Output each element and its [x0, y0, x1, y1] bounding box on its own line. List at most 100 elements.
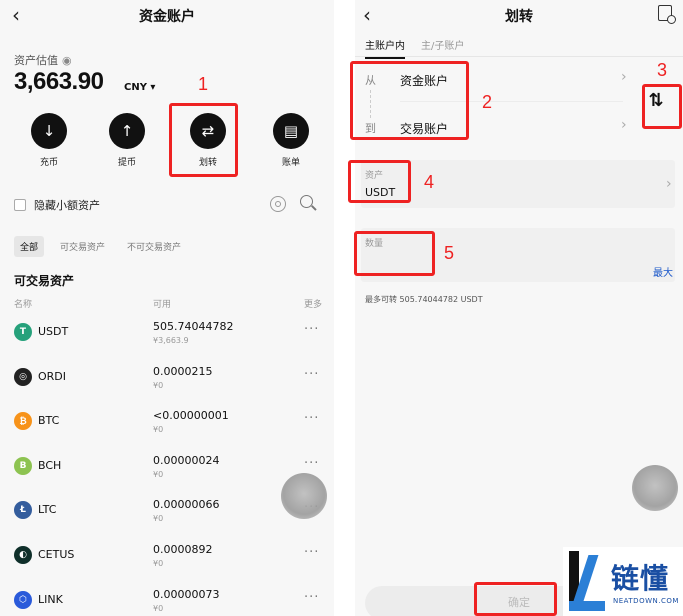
more-icon[interactable]: ···	[304, 322, 319, 337]
coin-amount: 0.0000215	[153, 364, 213, 378]
coin-amount: 505.74044782	[153, 320, 234, 333]
filter-non-tradable[interactable]: 不可交易资产	[121, 236, 187, 257]
deposit-icon: ↓	[31, 113, 67, 149]
section-title: 可交易资产	[14, 274, 75, 288]
ltc-icon: Ł	[14, 501, 32, 520]
quantity-label: 数量	[365, 239, 384, 249]
site-logo: 链懂 NEATDOWN.COM	[563, 547, 683, 616]
filter-all[interactable]: 全部	[14, 236, 45, 257]
hide-small-assets-toggle[interactable]: 隐藏小额资产	[14, 197, 100, 213]
page-title: 资金账户	[139, 9, 195, 25]
coin-symbol: BCH	[38, 458, 62, 472]
column-available: 可用	[153, 300, 172, 310]
bill-button[interactable]: ▤ 账单	[266, 113, 316, 168]
from-account[interactable]: 资金账户	[400, 72, 448, 89]
coin-amount: <0.00000001	[153, 409, 229, 423]
filter-tradable[interactable]: 可交易资产	[54, 236, 111, 257]
deposit-label: 充币	[39, 158, 58, 168]
asset-filter-tabs: 全部 可交易资产 不可交易资产	[14, 236, 187, 257]
coin-row-ordi[interactable]: ◎ ORDI 0.0000215 ¥0 ···	[0, 365, 334, 409]
chevron-right-icon[interactable]: ›	[621, 69, 627, 85]
coin-symbol: LINK	[38, 592, 63, 606]
annotation-number-2: 2	[482, 92, 493, 112]
coin-value: ¥0	[153, 469, 164, 479]
search-icon[interactable]	[300, 195, 317, 213]
more-icon[interactable]: ···	[304, 590, 319, 605]
coin-amount: 0.00000066	[153, 498, 220, 512]
annotation-number-3: 3	[657, 60, 668, 80]
annotation-number-1: 1	[198, 74, 209, 94]
logo-mark-icon	[569, 551, 607, 611]
page-title: 划转	[505, 9, 533, 25]
withdraw-label: 提币	[117, 158, 136, 168]
header: ‹ 资金账户	[0, 0, 334, 34]
bch-icon: B	[14, 456, 32, 475]
asset-selector[interactable]: 资产 USDT ›	[361, 160, 675, 208]
coin-row-usdt[interactable]: T USDT 505.74044782 ¥3,663.9 ···	[0, 320, 334, 364]
bill-icon: ▤	[273, 113, 309, 149]
usdt-icon: T	[14, 323, 32, 341]
asset-estimate-text: 资产估值	[14, 54, 58, 67]
transfer-icon: ⇄	[190, 113, 226, 149]
funding-account-screen: ‹ 资金账户 资产估值 ◉ 3,663.90 CNY ▾ ↓ 充币 ↑ 提币 ⇄ …	[0, 0, 334, 616]
transfer-record-icon[interactable]	[658, 5, 676, 24]
logo-text: 链懂	[611, 562, 670, 595]
divider	[355, 56, 683, 57]
coin-row-cetus[interactable]: ◐ CETUS 0.0000892 ¥0 ···	[0, 543, 334, 587]
transfer-label: 划转	[198, 158, 217, 168]
currency-selector[interactable]: CNY ▾	[124, 82, 155, 93]
ordi-icon: ◎	[14, 367, 32, 386]
coin-amount: 0.00000024	[153, 453, 220, 467]
deposit-button[interactable]: ↓ 充币	[24, 113, 74, 168]
floating-assist-button[interactable]	[281, 473, 327, 519]
hide-small-checkbox[interactable]	[14, 199, 26, 211]
withdraw-button[interactable]: ↑ 提币	[102, 113, 152, 168]
coin-symbol: USDT	[38, 325, 69, 338]
max-available-text: 最多可转 505.74044782 USDT	[365, 295, 483, 304]
coin-amount: 0.00000073	[153, 587, 220, 601]
eye-icon[interactable]: ◉	[62, 54, 72, 67]
chevron-right-icon: ›	[666, 176, 672, 192]
asset-value: USDT	[365, 186, 396, 199]
coin-value: ¥0	[153, 603, 164, 613]
coin-amount: 0.0000892	[153, 543, 213, 556]
coin-value: ¥0	[153, 380, 164, 390]
more-icon[interactable]: ···	[304, 545, 319, 560]
swap-direction-icon[interactable]: ⇅	[645, 88, 667, 114]
logo-subtext: NEATDOWN.COM	[613, 597, 679, 605]
bill-label: 账单	[281, 158, 300, 168]
coin-value: ¥0	[153, 514, 164, 524]
transfer-button[interactable]: ⇄ 划转	[183, 113, 233, 168]
link-icon: ⬡	[14, 590, 32, 609]
asset-label: 资产	[365, 171, 384, 181]
coin-value: ¥3,663.9	[153, 336, 189, 345]
max-button[interactable]: 最大	[653, 264, 673, 279]
floating-assist-button[interactable]	[632, 465, 678, 511]
coin-value: ¥0	[153, 559, 164, 568]
chevron-right-icon[interactable]: ›	[621, 117, 627, 133]
from-to-connector	[370, 90, 371, 118]
coin-symbol: BTC	[38, 414, 60, 428]
coin-symbol: ORDI	[38, 369, 67, 383]
to-account[interactable]: 交易账户	[400, 120, 448, 137]
annotation-number-5: 5	[444, 243, 455, 263]
column-more: 更多	[304, 300, 323, 310]
to-label: 到	[365, 122, 376, 135]
annotation-number-4: 4	[424, 172, 435, 192]
total-asset-value: 3,663.90	[14, 68, 104, 95]
quantity-input[interactable]: 数量 最大	[361, 228, 675, 282]
divider	[400, 101, 623, 102]
more-icon[interactable]: ···	[304, 367, 319, 382]
coin-row-link[interactable]: ⬡ LINK 0.00000073 ¥0 ···	[0, 588, 334, 616]
more-icon[interactable]: ···	[304, 456, 319, 471]
coin-row-btc[interactable]: ₿ BTC <0.00000001 ¥0 ···	[0, 409, 334, 453]
coin-symbol: LTC	[38, 503, 57, 517]
more-icon[interactable]: ···	[304, 411, 319, 426]
from-label: 从	[365, 74, 376, 87]
hide-small-label: 隐藏小额资产	[34, 199, 100, 212]
screenshot-root: ‹ 资金账户 资产估值 ◉ 3,663.90 CNY ▾ ↓ 充币 ↑ 提币 ⇄ …	[0, 0, 683, 616]
target-icon[interactable]	[270, 196, 286, 212]
cetus-icon: ◐	[14, 546, 32, 564]
btc-icon: ₿	[14, 412, 32, 431]
column-name: 名称	[14, 300, 33, 310]
